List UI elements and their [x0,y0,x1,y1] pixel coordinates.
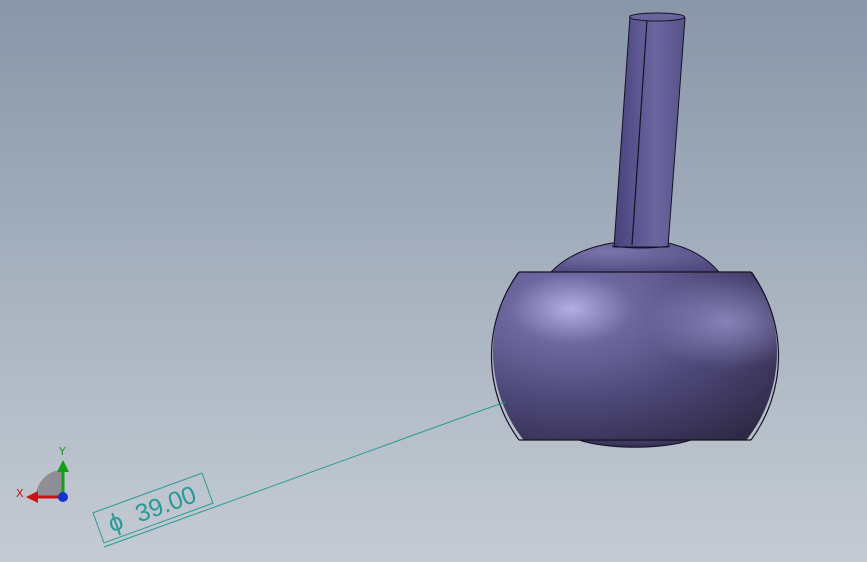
model-canvas[interactable]: ϕ 39.00 Y X [0,0,867,562]
triad-y-label: Y [58,445,66,458]
sphere-lower-cap[interactable] [578,439,692,448]
triad-y-arrow-icon [57,460,69,472]
diameter-dimension[interactable]: ϕ 39.00 [92,401,506,548]
dimension-leader-line [103,401,506,548]
triad-z-axis-dot [58,492,68,502]
reference-triad[interactable]: Y X [16,445,69,503]
triad-x-label: X [16,487,24,500]
sphere-band-group[interactable] [490,272,780,440]
diameter-symbol: ϕ [104,507,127,538]
stem-top-face[interactable] [629,12,685,22]
stem-cylinder[interactable] [613,15,686,248]
diameter-value: 39.00 [132,481,200,529]
graphics-viewport[interactable]: ϕ 39.00 Y X [0,0,867,562]
triad-x-arrow-icon [26,491,38,503]
sphere-band-glow [493,272,777,440]
triad-plane-sector [36,470,63,497]
